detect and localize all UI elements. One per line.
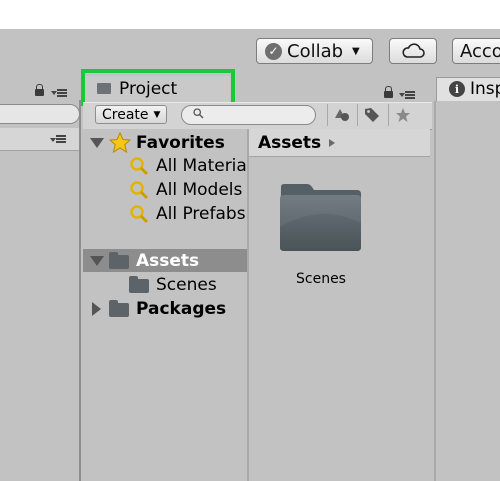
- tag-icon: [364, 108, 379, 122]
- account-button[interactable]: Acco: [452, 38, 500, 64]
- hierarchy-subheader: [0, 128, 79, 151]
- folder-icon: [109, 252, 129, 269]
- project-panel-controls: [384, 84, 429, 99]
- check-icon: ✓: [265, 42, 282, 60]
- lock-icon[interactable]: [35, 84, 44, 96]
- inspector-tab-label: Insp: [470, 79, 500, 99]
- chevron-down-icon: ▼: [352, 45, 360, 57]
- menu-icon: [56, 135, 66, 143]
- inspector-panel: [434, 101, 500, 481]
- hierarchy-panel: [0, 100, 81, 481]
- star-icon: [109, 132, 131, 153]
- tree-item-favorite-search[interactable]: All Models: [83, 178, 247, 202]
- tree-item-label: All Materia: [156, 156, 247, 176]
- tree-item-assets[interactable]: Assets: [83, 249, 247, 273]
- expand-arrow-icon[interactable]: [90, 256, 104, 266]
- tree-item-label: All Models: [156, 180, 243, 200]
- tree-item-scenes[interactable]: Scenes: [83, 273, 247, 297]
- type-filter-button[interactable]: [327, 104, 355, 126]
- hierarchy-search-input[interactable]: [0, 104, 80, 124]
- tree-item-label: Favorites: [136, 133, 225, 153]
- create-button[interactable]: Create ▼: [95, 105, 167, 124]
- collab-button[interactable]: ✓ Collab ▼: [256, 38, 373, 64]
- tree-item-packages[interactable]: Packages: [83, 297, 247, 321]
- asset-item-label[interactable]: Scenes: [296, 271, 346, 287]
- tree-item-label: Packages: [136, 299, 227, 319]
- search-icon: [130, 157, 149, 176]
- search-icon: [130, 205, 149, 224]
- folder-icon: [129, 276, 149, 293]
- cloud-button[interactable]: [389, 38, 437, 64]
- cloud-icon: [402, 43, 425, 58]
- create-label: Create: [102, 106, 149, 123]
- account-label: Acco: [460, 40, 500, 62]
- folder-icon: [109, 300, 129, 317]
- tab-highlight-box: [81, 69, 235, 106]
- tree-item-label: Assets: [136, 251, 200, 271]
- collab-label: Collab: [287, 40, 344, 62]
- label-filter-button[interactable]: [357, 104, 385, 126]
- tree-item-label: Scenes: [156, 275, 217, 295]
- lock-icon[interactable]: [384, 86, 393, 98]
- breadcrumb-item[interactable]: Assets: [258, 133, 321, 153]
- star-icon: [395, 108, 410, 122]
- search-icon: [193, 108, 204, 119]
- folder-icon[interactable]: [277, 183, 364, 253]
- tree-item-favorite-search[interactable]: All Prefabs: [83, 202, 247, 226]
- tree-item-label: All Prefabs: [156, 204, 246, 224]
- search-icon: [130, 181, 149, 200]
- favorite-button[interactable]: [388, 104, 416, 126]
- info-icon: i: [449, 81, 465, 97]
- expand-arrow-icon[interactable]: [90, 138, 104, 148]
- menu-icon[interactable]: [405, 91, 415, 99]
- tree-item-favorite-search[interactable]: All Materia: [83, 154, 247, 178]
- menu-icon[interactable]: [57, 89, 67, 97]
- chevron-right-icon: [329, 139, 335, 147]
- shapes-icon: [334, 109, 349, 121]
- hierarchy-panel-controls: [30, 84, 75, 98]
- chevron-down-icon: ▼: [153, 109, 161, 120]
- tree-item-favorites[interactable]: Favorites: [83, 131, 247, 155]
- expand-arrow-icon[interactable]: [92, 302, 101, 316]
